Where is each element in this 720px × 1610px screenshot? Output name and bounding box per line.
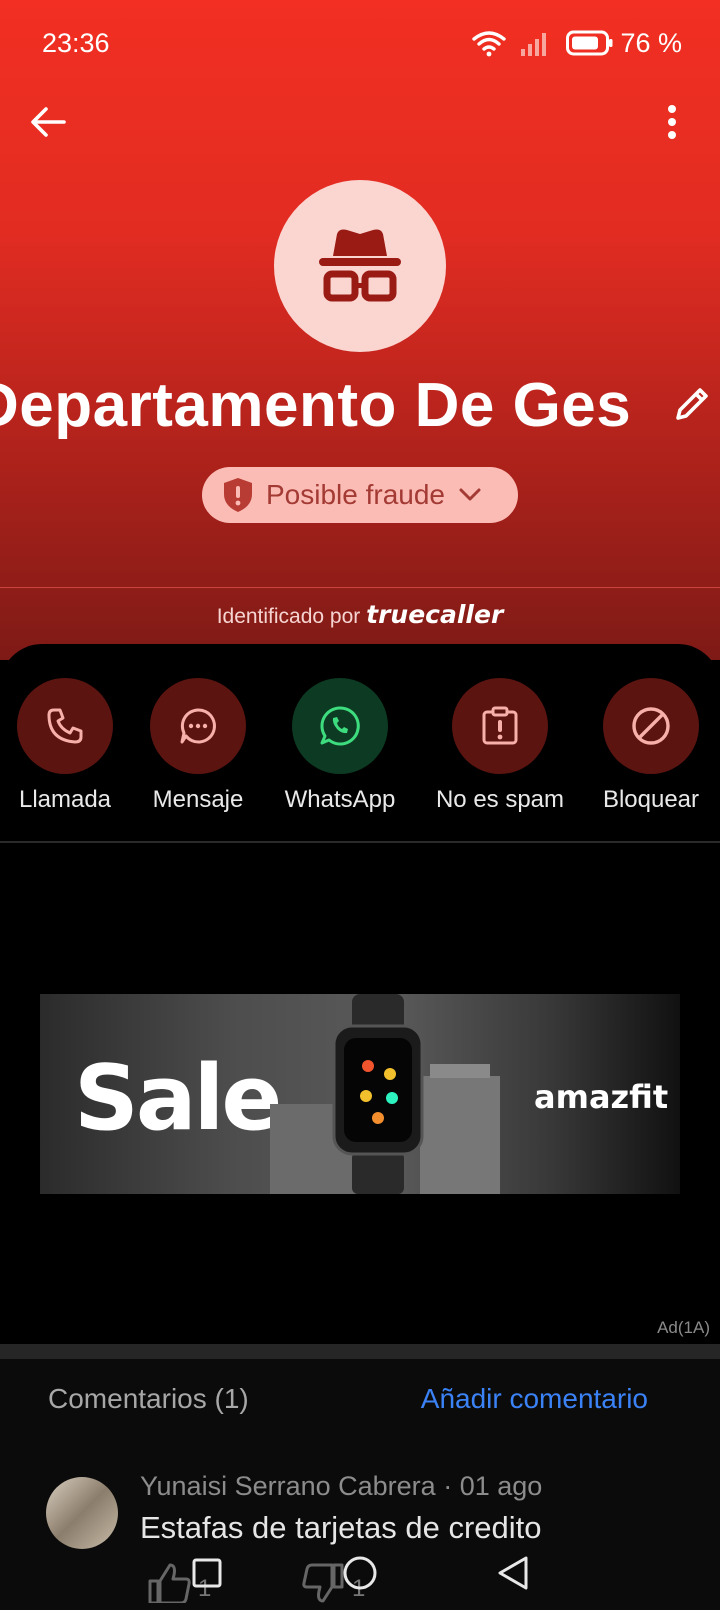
- recents-button[interactable]: [182, 1548, 232, 1598]
- message-action[interactable]: Mensaje: [133, 678, 263, 814]
- pencil-icon: [676, 388, 708, 420]
- actions-divider: [0, 841, 720, 843]
- smartwatch-image: [270, 994, 500, 1194]
- whatsapp-icon: [320, 706, 360, 746]
- block-label: Bloquear: [602, 786, 700, 813]
- contact-name: Departamento De Ges: [0, 371, 632, 440]
- whatsapp-action-circle: [292, 678, 388, 774]
- call-action-circle: [17, 678, 113, 774]
- fraud-badge[interactable]: Posible fraude: [202, 467, 518, 523]
- triangle-back-icon: [498, 1556, 528, 1590]
- section-separator: [0, 1344, 720, 1359]
- comments-title: Comentarios (1): [48, 1383, 249, 1414]
- ad-banner[interactable]: Sale amazfit: [40, 994, 680, 1194]
- square-icon: [192, 1558, 222, 1588]
- not-spam-label: No es spam: [435, 786, 565, 813]
- status-bar: 23:36 76 %: [42, 26, 682, 60]
- back-button[interactable]: [20, 94, 76, 150]
- not-spam-icon: [482, 706, 518, 745]
- contact-header: 23:36 76 % Departamento De Ges Posible f…: [0, 0, 720, 660]
- shield-alert-icon: [224, 478, 252, 512]
- home-button[interactable]: [335, 1548, 385, 1598]
- wifi-icon: [472, 31, 507, 57]
- fraud-badge-label: Posible fraude: [266, 479, 446, 510]
- back-nav-button[interactable]: [488, 1548, 538, 1598]
- comment-meta: Yunaisi Serrano Cabrera · 01 ago: [140, 1471, 542, 1502]
- more-vertical-icon: [668, 105, 676, 139]
- block-action-circle: [603, 678, 699, 774]
- incognito-icon: [319, 229, 401, 302]
- header-divider: [0, 587, 720, 588]
- message-label: Mensaje: [152, 786, 244, 813]
- call-label: Llamada: [18, 786, 112, 813]
- chevron-down-icon: [459, 488, 481, 501]
- ad-brand: amazfit: [534, 1078, 669, 1116]
- signal-icon: [521, 33, 547, 56]
- identified-by: Identificado por truecaller: [0, 600, 720, 629]
- not-spam-action[interactable]: No es spam: [435, 678, 565, 814]
- phone-icon: [47, 708, 83, 744]
- comment-meta-separator: ·: [443, 1471, 460, 1501]
- ad-headline: Sale: [74, 1046, 282, 1151]
- arrow-left-icon: [31, 107, 66, 137]
- whatsapp-action[interactable]: WhatsApp: [275, 678, 405, 814]
- more-options-button[interactable]: [644, 94, 700, 150]
- comment-text: Estafas de tarjetas de credito: [140, 1510, 542, 1545]
- battery-icon: [566, 30, 613, 56]
- not-spam-action-circle: [452, 678, 548, 774]
- comment-date: 01 ago: [459, 1471, 543, 1501]
- system-navigation-bar: [0, 1548, 720, 1598]
- comment-author: Yunaisi Serrano Cabrera: [140, 1471, 436, 1501]
- call-action[interactable]: Llamada: [0, 678, 130, 814]
- block-action[interactable]: Bloquear: [586, 678, 716, 814]
- contact-avatar: [274, 180, 446, 352]
- battery-level: 76 %: [620, 27, 682, 58]
- identified-by-label: Identificado por: [216, 605, 361, 628]
- block-icon: [632, 707, 670, 745]
- edit-name-button[interactable]: [672, 384, 716, 428]
- whatsapp-label: WhatsApp: [284, 786, 396, 813]
- ad-label: Ad(1A): [657, 1318, 710, 1337]
- circle-icon: [343, 1556, 377, 1590]
- status-time: 23:36: [42, 27, 110, 58]
- message-icon: [180, 708, 216, 744]
- comment-avatar: [46, 1477, 118, 1549]
- add-comment-button[interactable]: Añadir comentario: [421, 1383, 648, 1415]
- truecaller-logo: truecaller: [366, 600, 504, 629]
- message-action-circle: [150, 678, 246, 774]
